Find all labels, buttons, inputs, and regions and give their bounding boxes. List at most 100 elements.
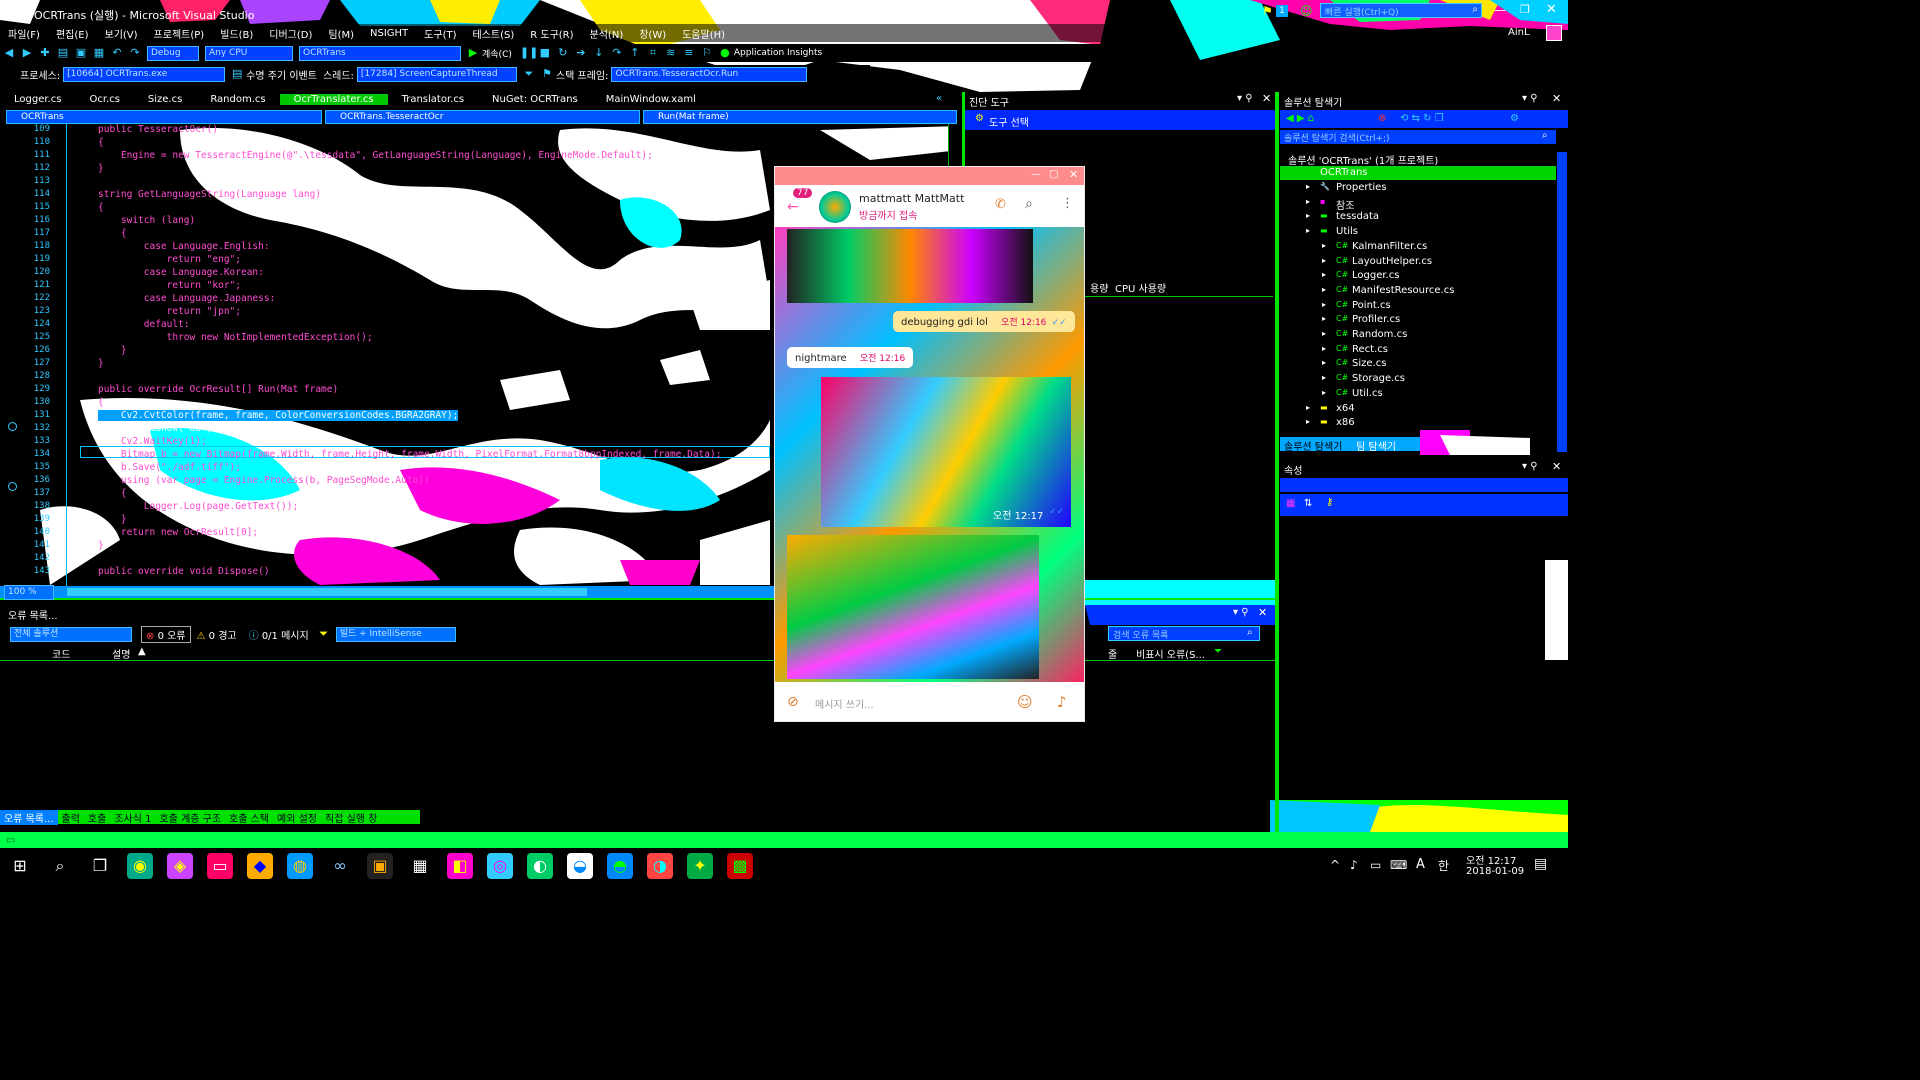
user-name[interactable]: AinL [1508, 27, 1530, 38]
keyboard-icon[interactable]: ⌨ [1390, 858, 1407, 872]
task-view-icon[interactable]: ❐ [87, 853, 113, 879]
menu-item[interactable]: 디버그(D) [261, 26, 320, 41]
platform-dropdown[interactable]: Any CPU [205, 45, 293, 61]
menu-item[interactable]: 테스트(S) [464, 26, 522, 41]
expand-arrow-icon[interactable]: ▸ [1322, 373, 1326, 382]
categorized-icon[interactable]: ▦ [1286, 498, 1295, 509]
filter-icon[interactable]: ⏷ [1214, 646, 1222, 657]
alphabetical-icon[interactable]: ⇅ [1304, 498, 1312, 509]
more-options-icon[interactable]: ⋮ [1061, 196, 1074, 211]
quick-launch-search[interactable]: 빠른 실행(Ctrl+Q) ⌕ [1320, 3, 1482, 18]
bottom-tab[interactable]: 호출 계층 구조 [155, 810, 225, 825]
bookmark-icon[interactable]: ⚐ [700, 46, 714, 60]
solution-tree-item[interactable]: Point.cs [1352, 300, 1391, 311]
photo-message[interactable]: 오전 12:17 ✓✓ [821, 377, 1071, 527]
expand-arrow-icon[interactable]: ▸ [1322, 329, 1326, 338]
solution-tree-item[interactable]: Random.cs [1352, 329, 1407, 340]
photo-message[interactable] [787, 535, 1039, 679]
code-line[interactable]: { [98, 488, 127, 499]
code-line[interactable]: case Language.Japaness: [98, 293, 276, 304]
new-project-icon[interactable]: ✚ [38, 46, 52, 60]
solution-tree-item[interactable]: KalmanFilter.cs [1352, 241, 1427, 252]
expand-arrow-icon[interactable]: ▸ [1322, 241, 1326, 250]
phone-icon[interactable]: ✆ [995, 197, 1006, 212]
code-line[interactable]: public override OcrResult[] Run(Mat fram… [98, 384, 338, 395]
code-line[interactable]: public override void Dispose() [98, 566, 270, 577]
code-line[interactable]: } [98, 345, 127, 356]
folder-icon[interactable]: ▭ [207, 853, 233, 879]
col-line[interactable]: 줄 [1108, 646, 1117, 661]
threads-icon[interactable]: ≋ [664, 46, 678, 60]
pin-icon[interactable]: ▾ ⚲ [1522, 93, 1538, 104]
menu-item[interactable]: NSIGHT [362, 28, 416, 39]
editor-tab[interactable]: Ocr.cs [75, 94, 133, 105]
sent-message-bubble[interactable]: debugging gdi lol 오전 12:16 ✓✓ [893, 311, 1075, 332]
editor-tab[interactable]: OcrTranslater.cs [279, 93, 388, 105]
warnings-filter-button[interactable]: ⚠ 0 경고 [191, 627, 243, 642]
notification-flag-icon[interactable]: ⚑ [1262, 4, 1273, 18]
expand-arrow-icon[interactable]: ▸ [1322, 314, 1326, 323]
maximize-button[interactable]: ❐ [1520, 3, 1530, 16]
minimize-button[interactable]: — [1494, 3, 1506, 17]
code-line[interactable]: Cv2.ImShow("aa", frame); [98, 423, 258, 434]
stop-icon[interactable]: ⊗ [1378, 113, 1386, 124]
horizontal-scrollbar[interactable] [67, 588, 587, 596]
filter-icon[interactable]: ⏷ [317, 627, 331, 641]
hex-icon[interactable]: ⌗ [646, 46, 660, 60]
code-line[interactable]: return "kor"; [98, 280, 241, 291]
attach-icon[interactable]: ⊘ [787, 694, 799, 710]
pin-icon[interactable]: ▾ ⚲ [1522, 461, 1538, 472]
app-icon[interactable]: ▩ [727, 853, 753, 879]
property-pages-icon[interactable]: ⚷ [1326, 497, 1333, 508]
app-icon[interactable]: ◉ [127, 853, 153, 879]
code-line[interactable]: { [98, 202, 104, 213]
solution-tree-item[interactable]: Logger.cs [1352, 270, 1399, 281]
project-node[interactable]: OCRTrans [1320, 167, 1368, 178]
menu-item[interactable]: 분석(N) [582, 26, 632, 41]
zoom-dropdown[interactable]: 100 % [4, 584, 54, 600]
bottom-tab[interactable]: 출력 [58, 810, 84, 825]
app-icon[interactable]: ◒ [567, 853, 593, 879]
solution-tree-item[interactable]: Utils [1336, 226, 1358, 237]
expand-arrow-icon[interactable]: ▸ [1306, 226, 1310, 235]
chat-minimize-button[interactable]: — [1031, 169, 1041, 180]
code-line[interactable]: return "jpn"; [98, 306, 241, 317]
redo-icon[interactable]: ↷ [128, 46, 142, 60]
app-icon[interactable]: ◧ [447, 853, 473, 879]
app-icon[interactable]: ◐ [527, 853, 553, 879]
expand-arrow-icon[interactable]: ▸ [1322, 344, 1326, 353]
menu-item[interactable]: 편집(E) [48, 26, 97, 41]
app-icon[interactable]: ◑ [647, 853, 673, 879]
editor-tab[interactable]: Size.cs [134, 94, 196, 105]
build-filter-dropdown[interactable]: 빌드 + IntelliSense [335, 626, 456, 642]
chat-maximize-button[interactable]: ▢ [1049, 169, 1058, 180]
solution-tree-item[interactable]: x86 [1336, 417, 1355, 428]
flag-threads-icon[interactable]: ⚑ [540, 67, 554, 81]
menu-item[interactable]: 팀(M) [320, 26, 362, 41]
code-line[interactable]: switch (lang) [98, 215, 195, 226]
calculator-icon[interactable]: ▦ [407, 853, 433, 879]
code-line[interactable]: { [98, 228, 127, 239]
open-file-icon[interactable]: ▤ [56, 46, 70, 60]
show-next-statement-icon[interactable]: ➔ [574, 46, 588, 60]
expand-arrow-icon[interactable]: ▸ [1322, 300, 1326, 309]
expand-arrow-icon[interactable]: ▸ [1322, 285, 1326, 294]
code-line[interactable]: { [98, 397, 104, 408]
bottom-tab[interactable]: 조사식 1 [110, 810, 155, 825]
tab-overflow-icon[interactable]: « [936, 93, 942, 104]
expand-arrow-icon[interactable]: ▸ [1306, 211, 1310, 220]
step-out-icon[interactable]: ↑ [628, 46, 642, 60]
code-line[interactable]: } [98, 514, 127, 525]
stop-icon[interactable]: ■ [538, 46, 552, 60]
select-tools-button[interactable]: 도구 선택 [989, 114, 1029, 129]
menu-item[interactable]: 파일(F) [0, 26, 48, 41]
code-line[interactable]: return new OcrResult[0]; [98, 527, 258, 538]
menu-item[interactable]: 도구(T) [416, 26, 464, 41]
ime-language-indicator[interactable]: 한 [1438, 857, 1449, 874]
bottom-tab[interactable]: 호출 스택 [225, 810, 273, 825]
app-icon[interactable]: ◓ [607, 853, 633, 879]
close-panel-icon[interactable]: ✕ [1262, 92, 1271, 105]
col-code[interactable]: 코드 [52, 646, 70, 661]
code-line[interactable]: case Language.English: [98, 241, 270, 252]
sync-icon[interactable]: ⟲ ⇆ ↻ ❐ [1400, 113, 1444, 124]
